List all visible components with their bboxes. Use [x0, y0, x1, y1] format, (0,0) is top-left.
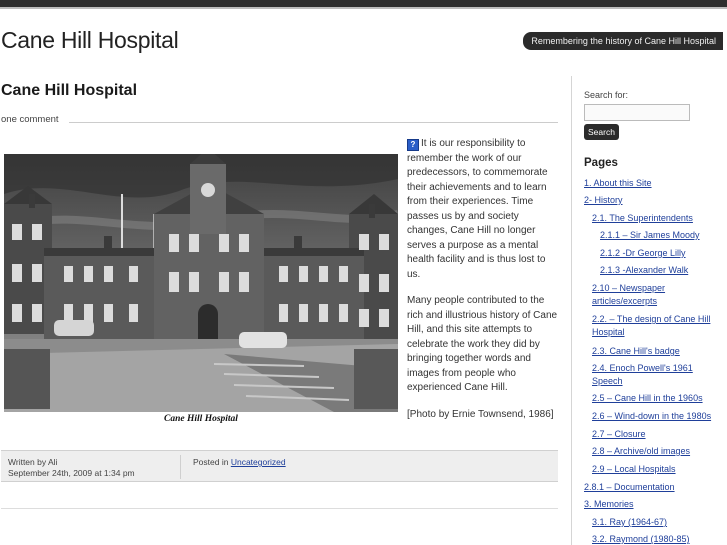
post-paragraph: Many people contributed to the rich and … [407, 295, 558, 393]
sidebar-page-link[interactable]: 2.2. – The design of Cane Hill Hospital [592, 313, 726, 338]
hospital-photo [4, 154, 398, 412]
sidebar-page-link[interactable]: 2.4. Enoch Powell's 1961 Speech [592, 362, 712, 387]
posted-in-label: Posted in [193, 457, 229, 467]
post-date: September 24th, 2009 at 1:34 pm [8, 468, 135, 478]
post-paragraph: ? It is our responsibility to remember th… [407, 137, 559, 282]
top-bar [0, 0, 727, 9]
sidebar-page-link[interactable]: 3.2. Raymond (1980-85) [592, 533, 690, 545]
sidebar-page-link[interactable]: 2.1. The Superintendents [592, 212, 693, 225]
search-label: Search for: [584, 90, 629, 100]
comments-row: one comment [1, 109, 558, 125]
sidebar: Search for: Search Pages 1. About this S… [571, 76, 727, 545]
search-input[interactable] [584, 104, 690, 121]
sidebar-page-link[interactable]: 2.6 – Wind-down in the 1980s [592, 410, 711, 423]
sidebar-page-link[interactable]: 2.5 – Cane Hill in the 1960s [592, 392, 703, 405]
sidebar-page-link[interactable]: 2.1.1 – Sir James Moody [600, 229, 700, 242]
comments-divider [69, 122, 558, 123]
sidebar-page-link[interactable]: 2.7 – Closure [592, 428, 646, 441]
site-title[interactable]: Cane Hill Hospital [1, 27, 179, 54]
post-author: Written by Ali [8, 457, 58, 467]
sidebar-page-link[interactable]: 3.1. Ray (1964-67) [592, 516, 667, 529]
sidebar-page-link[interactable]: 3. Memories [584, 498, 634, 511]
post-body: ? It is our responsibility to remember th… [407, 137, 559, 434]
meta-divider [180, 455, 181, 479]
content-divider [1, 508, 558, 509]
comments-link[interactable]: one comment [1, 114, 65, 125]
pages-heading: Pages [584, 157, 618, 169]
sidebar-page-link[interactable]: 2.3. Cane Hill's badge [592, 345, 680, 358]
post-author-date: Written by Ali September 24th, 2009 at 1… [8, 457, 135, 479]
post-paragraph-text: It is our responsibility to remember the… [407, 138, 548, 280]
sidebar-page-link[interactable]: 2- History [584, 194, 623, 207]
post-category: Posted in Uncategorized [193, 457, 286, 467]
sidebar-page-link[interactable]: 2.8 – Archive/old images [592, 445, 690, 458]
sidebar-page-link[interactable]: 2.1.3 -Alexander Walk [600, 264, 688, 277]
search-button[interactable]: Search [584, 124, 619, 140]
sidebar-page-link[interactable]: 2.9 – Local Hospitals [592, 463, 676, 476]
photo-credit: [Photo by Ernie Townsend, 1986] [407, 408, 554, 420]
sidebar-page-link[interactable]: 1. About this Site [584, 177, 652, 190]
sidebar-page-link[interactable]: 2.8.1 – Documentation [584, 481, 675, 494]
question-mark-icon: ? [407, 139, 419, 151]
category-link[interactable]: Uncategorized [231, 457, 286, 467]
site-tagline: Remembering the history of Cane Hill Hos… [523, 32, 723, 50]
post-meta: Written by Ali September 24th, 2009 at 1… [1, 450, 558, 482]
sidebar-page-link[interactable]: 2.1.2 -Dr George Lilly [600, 247, 686, 260]
photo-caption: Cane Hill Hospital [164, 414, 238, 424]
sidebar-page-link[interactable]: 2.10 – Newspaper articles/excerpts [592, 282, 702, 307]
post-title[interactable]: Cane Hill Hospital [1, 82, 137, 100]
